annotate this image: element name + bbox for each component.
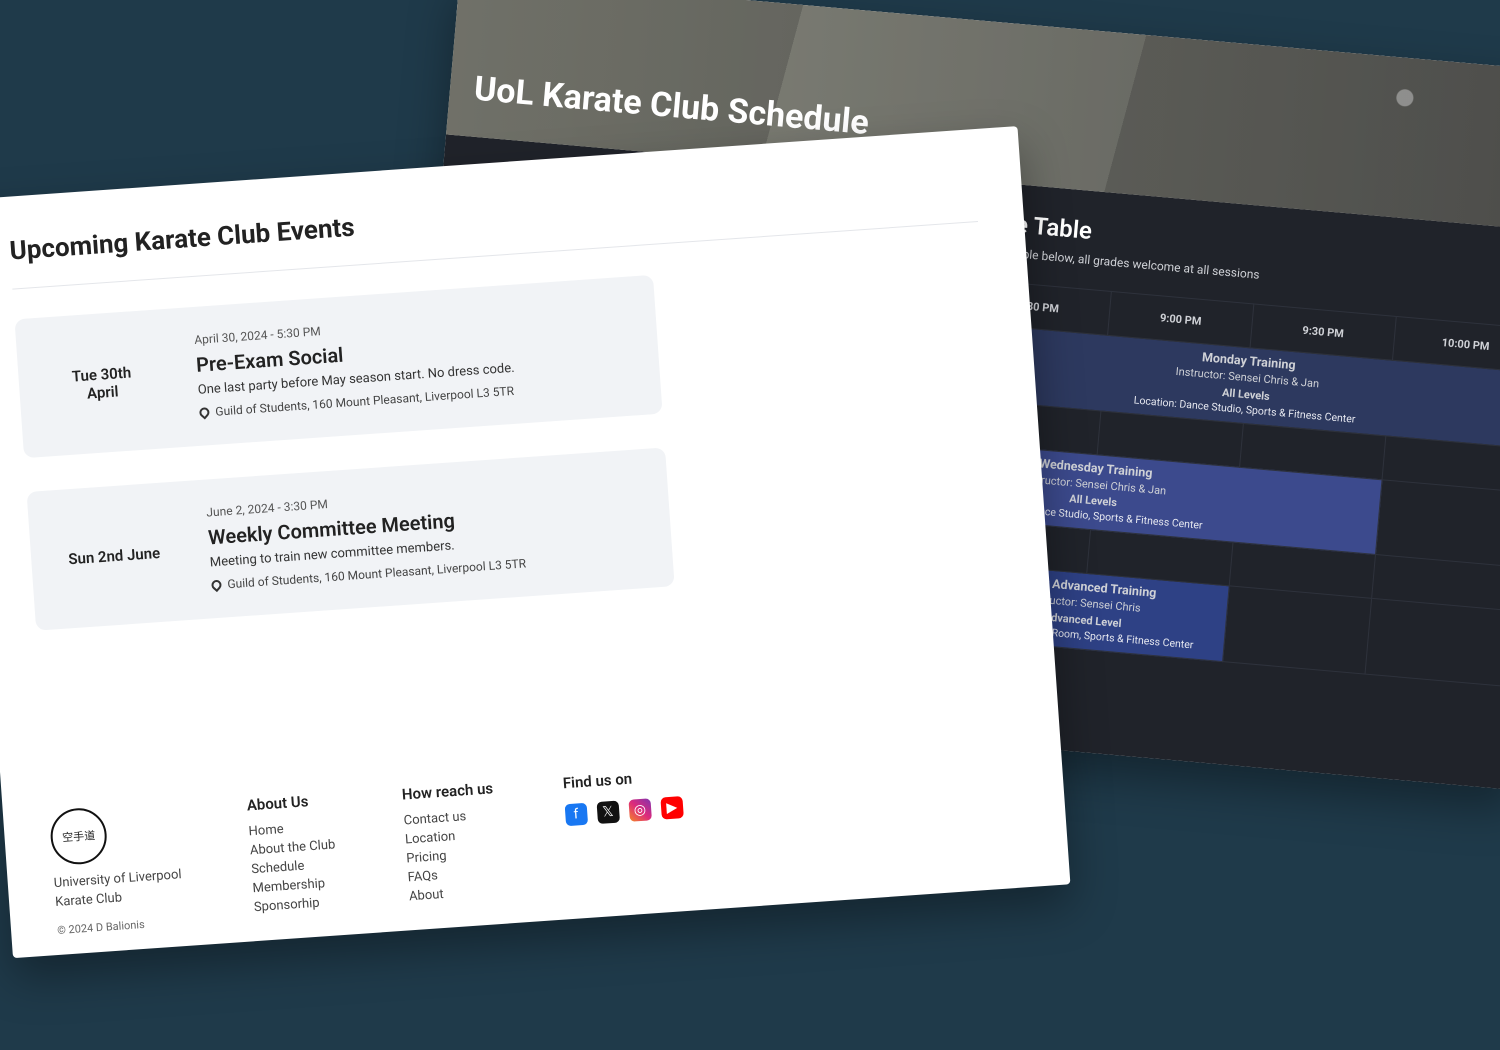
footer-link[interactable]: About bbox=[409, 883, 501, 904]
footer-heading: How reach us bbox=[401, 779, 493, 803]
events-heading: Upcoming Karate Club Events bbox=[9, 169, 977, 266]
event-date-block: Tue 30th April bbox=[44, 336, 160, 430]
event-day: Sun 2nd June bbox=[68, 543, 161, 567]
footer-col-about: About Us Home About the Club Schedule Me… bbox=[246, 791, 340, 920]
footer-link[interactable]: Schedule bbox=[251, 856, 337, 877]
footer-link[interactable]: Home bbox=[248, 818, 334, 839]
club-logo-icon: 空手道 bbox=[49, 806, 109, 866]
event-month: April bbox=[86, 382, 119, 402]
footer-link[interactable]: Location bbox=[405, 826, 497, 847]
event-card[interactable]: Tue 30th April April 30, 2024 - 5:30 PM … bbox=[14, 275, 662, 458]
footer-col-reach: How reach us Contact us Location Pricing… bbox=[401, 779, 501, 908]
footer-link[interactable]: FAQs bbox=[407, 864, 499, 885]
footer-link[interactable]: Sponsorhip bbox=[253, 894, 339, 915]
youtube-icon[interactable]: ▶ bbox=[660, 796, 683, 819]
event-date-block: Sun 2nd June bbox=[56, 508, 172, 602]
footer-col-social: Find us on f 𝕏 ◎ ▶ bbox=[562, 766, 683, 826]
pin-icon bbox=[197, 405, 211, 419]
instagram-icon[interactable]: ◎ bbox=[628, 798, 651, 821]
footer-brand: 空手道 University of Liverpool Karate Club … bbox=[49, 801, 185, 937]
footer-link[interactable]: About the Club bbox=[249, 837, 335, 858]
footer-link[interactable]: Membership bbox=[252, 875, 338, 896]
copyright: © 2024 D Balionis bbox=[57, 915, 186, 937]
footer-heading: About Us bbox=[246, 791, 333, 815]
x-twitter-icon[interactable]: 𝕏 bbox=[596, 801, 619, 824]
footer-heading: Find us on bbox=[562, 766, 681, 792]
footer-link[interactable]: Contact us bbox=[403, 807, 495, 828]
pin-icon bbox=[209, 578, 223, 592]
footer-org-line2: Karate Club bbox=[55, 886, 184, 910]
event-day: Tue 30th bbox=[71, 363, 131, 385]
events-panel: Upcoming Karate Club Events Tue 30th Apr… bbox=[0, 126, 1070, 958]
page-footer: 空手道 University of Liverpool Karate Club … bbox=[49, 742, 1029, 937]
facebook-icon[interactable]: f bbox=[564, 803, 587, 826]
event-card[interactable]: Sun 2nd June June 2, 2024 - 3:30 PM Week… bbox=[27, 447, 675, 630]
schedule-page-title: UoL Karate Club Schedule bbox=[472, 69, 870, 143]
footer-link[interactable]: Pricing bbox=[406, 845, 498, 866]
